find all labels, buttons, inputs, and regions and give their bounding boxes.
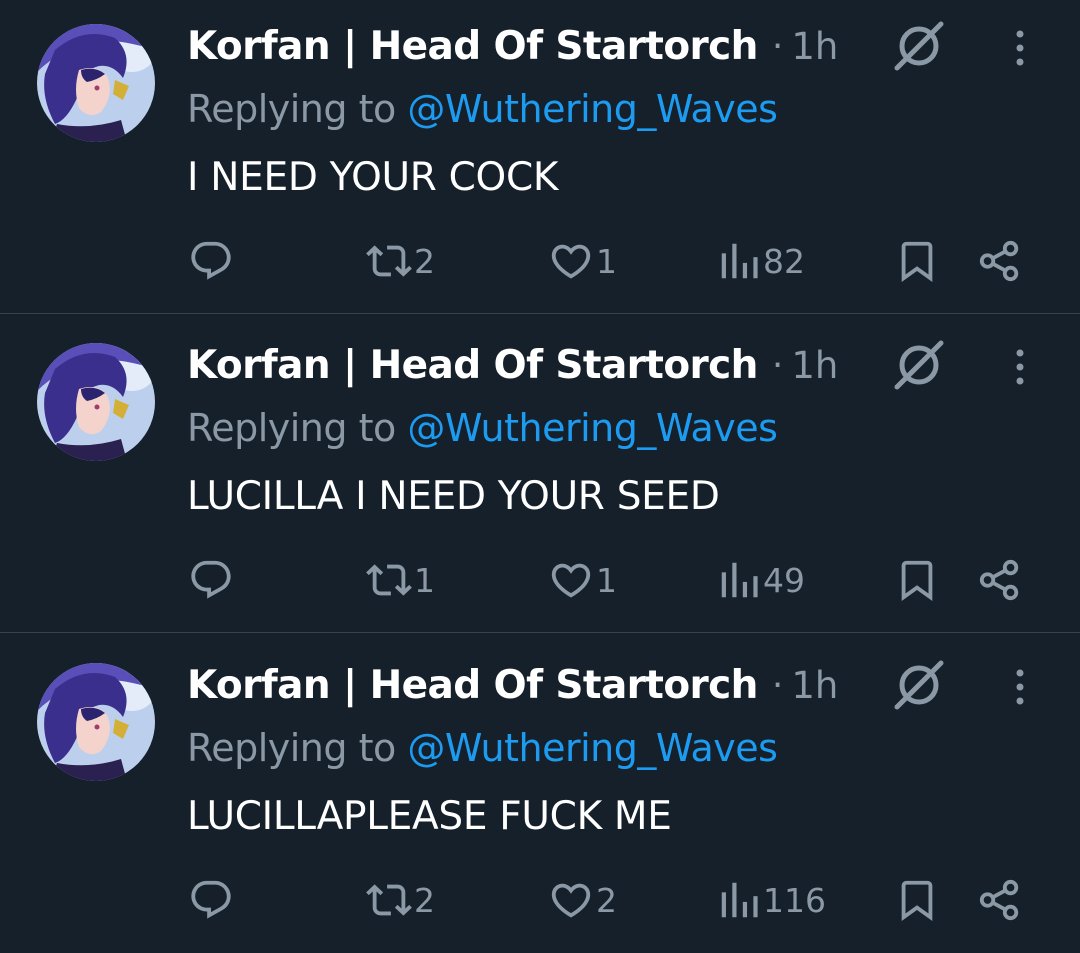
like-button[interactable]: 2 bbox=[548, 875, 617, 925]
views-count: 116 bbox=[763, 880, 826, 920]
tweet-header: Korfan | Head Of Startorch · 1h bbox=[187, 339, 838, 391]
like-count: 1 bbox=[596, 241, 617, 281]
grok-icon[interactable] bbox=[891, 657, 947, 713]
tweet-header: Korfan | Head Of Startorch · 1h bbox=[187, 659, 838, 711]
retweet-button[interactable]: 2 bbox=[366, 875, 435, 925]
more-vertical-icon[interactable] bbox=[1003, 343, 1037, 391]
avatar[interactable] bbox=[37, 663, 155, 781]
replying-to: Replying to @Wuthering_Waves bbox=[187, 406, 778, 450]
tweet-text: I NEED YOUR COCK bbox=[187, 155, 559, 200]
share-icon bbox=[979, 559, 1019, 601]
tweet[interactable]: Korfan | Head Of Startorch · 1h Replying… bbox=[0, 639, 1080, 953]
timestamp[interactable]: 1h bbox=[791, 25, 838, 68]
grok-icon[interactable] bbox=[891, 18, 947, 74]
bookmark-button[interactable] bbox=[894, 555, 940, 605]
replying-prefix: Replying to bbox=[187, 87, 396, 131]
heart-icon bbox=[551, 563, 591, 598]
display-name[interactable]: Korfan | Head Of Startorch bbox=[187, 343, 758, 388]
heart-icon bbox=[551, 244, 591, 279]
bar-chart-icon bbox=[721, 562, 758, 598]
replying-to: Replying to @Wuthering_Waves bbox=[187, 726, 778, 770]
share-button[interactable] bbox=[977, 555, 1023, 605]
views-count: 49 bbox=[763, 560, 805, 600]
retweet-count: 2 bbox=[414, 241, 435, 281]
bookmark-icon bbox=[901, 560, 933, 601]
tweet-text: LUCILLA I NEED YOUR SEED bbox=[187, 474, 720, 519]
replying-to: Replying to @Wuthering_Waves bbox=[187, 87, 778, 131]
tweet[interactable]: Korfan | Head Of Startorch · 1h Replying… bbox=[0, 319, 1080, 633]
retweet-button[interactable]: 1 bbox=[366, 555, 435, 605]
tweet-text: LUCILLAPLEASE FUCK ME bbox=[187, 794, 672, 839]
bookmark-button[interactable] bbox=[894, 236, 940, 286]
share-icon bbox=[979, 879, 1019, 921]
separator-dot: · bbox=[771, 664, 784, 706]
reply-bubble-icon bbox=[191, 560, 231, 599]
bookmark-button[interactable] bbox=[894, 875, 940, 925]
reply-bubble-icon bbox=[191, 880, 231, 919]
tweet-header: Korfan | Head Of Startorch · 1h bbox=[187, 20, 838, 72]
reply-button[interactable] bbox=[188, 555, 234, 605]
retweet-button[interactable]: 2 bbox=[366, 236, 435, 286]
divider bbox=[0, 632, 1080, 633]
retweet-icon bbox=[366, 564, 412, 596]
heart-icon bbox=[551, 883, 591, 918]
retweet-icon bbox=[366, 245, 412, 277]
replying-handle-link[interactable]: @Wuthering_Waves bbox=[407, 726, 778, 770]
share-button[interactable] bbox=[977, 875, 1023, 925]
like-button[interactable]: 1 bbox=[548, 555, 617, 605]
views-button[interactable]: 116 bbox=[717, 875, 826, 925]
like-count: 1 bbox=[596, 560, 617, 600]
grok-icon[interactable] bbox=[891, 337, 947, 393]
views-count: 82 bbox=[763, 241, 805, 281]
reply-button[interactable] bbox=[188, 236, 234, 286]
reply-bubble-icon bbox=[191, 241, 231, 280]
views-button[interactable]: 49 bbox=[717, 555, 805, 605]
display-name[interactable]: Korfan | Head Of Startorch bbox=[187, 24, 758, 69]
display-name[interactable]: Korfan | Head Of Startorch bbox=[187, 663, 758, 708]
retweet-count: 1 bbox=[414, 560, 435, 600]
timestamp[interactable]: 1h bbox=[791, 664, 838, 707]
reply-button[interactable] bbox=[188, 875, 234, 925]
avatar[interactable] bbox=[37, 343, 155, 461]
separator-dot: · bbox=[771, 25, 784, 67]
separator-dot: · bbox=[771, 344, 784, 386]
bar-chart-icon bbox=[721, 243, 758, 279]
more-vertical-icon[interactable] bbox=[1003, 24, 1037, 72]
bookmark-icon bbox=[901, 880, 933, 921]
replying-handle-link[interactable]: @Wuthering_Waves bbox=[407, 406, 778, 450]
like-button[interactable]: 1 bbox=[548, 236, 617, 286]
share-icon bbox=[979, 240, 1019, 282]
like-count: 2 bbox=[596, 880, 617, 920]
timestamp[interactable]: 1h bbox=[791, 344, 838, 387]
divider bbox=[0, 313, 1080, 314]
replying-prefix: Replying to bbox=[187, 406, 396, 450]
retweet-icon bbox=[366, 884, 412, 916]
tweet[interactable]: Korfan | Head Of Startorch · 1h Replying… bbox=[0, 0, 1080, 314]
views-button[interactable]: 82 bbox=[717, 236, 805, 286]
replying-prefix: Replying to bbox=[187, 726, 396, 770]
avatar[interactable] bbox=[37, 24, 155, 142]
share-button[interactable] bbox=[977, 236, 1023, 286]
replying-handle-link[interactable]: @Wuthering_Waves bbox=[407, 87, 778, 131]
bookmark-icon bbox=[901, 241, 933, 282]
bar-chart-icon bbox=[721, 882, 758, 918]
more-vertical-icon[interactable] bbox=[1003, 663, 1037, 711]
retweet-count: 2 bbox=[414, 880, 435, 920]
